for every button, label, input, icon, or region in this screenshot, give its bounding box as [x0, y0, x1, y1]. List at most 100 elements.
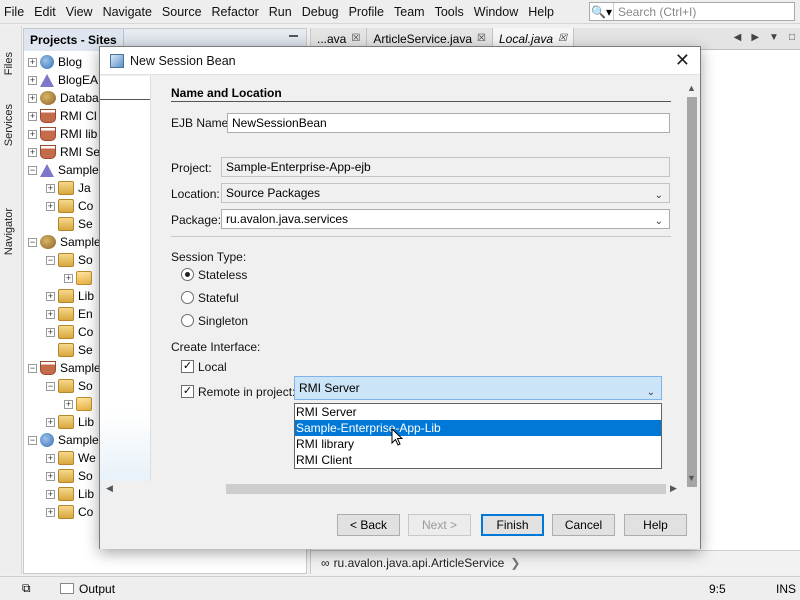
collapse-icon[interactable]: − — [28, 165, 37, 175]
back-button[interactable]: < Back — [337, 514, 400, 536]
singleton-label[interactable]: Singleton — [198, 314, 248, 328]
close-icon[interactable]: ✕ — [675, 50, 690, 71]
expand-icon[interactable]: + — [28, 93, 37, 103]
local-checkbox[interactable]: ✓ — [181, 360, 194, 373]
dropdown-icon[interactable]: ▼ — [769, 32, 779, 43]
minimize-icon[interactable] — [289, 35, 298, 37]
tree-node[interactable]: + RMI Se — [28, 143, 101, 161]
expand-icon[interactable]: + — [46, 201, 55, 211]
tree-node[interactable]: + We — [28, 449, 101, 467]
local-label[interactable]: Local — [198, 360, 227, 374]
output-tab[interactable]: Output — [79, 582, 115, 596]
tree-node[interactable]: + Co — [28, 197, 101, 215]
expand-icon[interactable]: + — [64, 273, 73, 283]
expand-icon[interactable]: + — [46, 183, 55, 193]
expand-icon[interactable]: + — [46, 327, 55, 337]
tree-node[interactable]: + Co — [28, 323, 101, 341]
menu-navigate[interactable]: Navigate — [98, 0, 157, 24]
expand-icon[interactable]: + — [28, 129, 37, 139]
menu-file[interactable]: File — [0, 0, 29, 24]
scroll-left-icon[interactable]: ◀ — [106, 483, 113, 494]
stateless-label[interactable]: Stateless — [198, 268, 247, 282]
menu-window[interactable]: Window — [469, 0, 523, 24]
navigator-tab[interactable]: Navigator — [3, 208, 15, 255]
tree-node[interactable]: + — [28, 395, 101, 413]
menu-team[interactable]: Team — [389, 0, 430, 24]
scroll-thumb[interactable] — [226, 484, 666, 494]
tree-node[interactable]: + Lib — [28, 485, 101, 503]
stateful-label[interactable]: Stateful — [198, 291, 239, 305]
remote-project-select[interactable]: RMI Server ⌄ — [294, 376, 662, 400]
tree-node[interactable]: − Sample — [28, 161, 101, 179]
singleton-radio[interactable] — [181, 314, 194, 327]
menu-view[interactable]: View — [61, 0, 98, 24]
location-select[interactable]: Source Packages ⌄ — [221, 183, 670, 203]
finish-button[interactable]: Finish — [481, 514, 544, 536]
restore-windows-icon[interactable]: ⧉ — [22, 581, 31, 596]
chevron-right-icon[interactable]: ❯ — [510, 556, 520, 570]
collapse-icon[interactable]: − — [28, 363, 37, 373]
tree-node[interactable]: − Sample — [28, 431, 101, 449]
services-tab[interactable]: Services — [3, 104, 15, 146]
menu-source[interactable]: Source — [157, 0, 207, 24]
tree-node[interactable]: − So — [28, 251, 101, 269]
ejb-name-input[interactable]: NewSessionBean — [227, 113, 670, 133]
tree-node[interactable]: Se — [28, 215, 101, 233]
expand-icon[interactable]: + — [28, 75, 37, 85]
tree-node[interactable]: + — [28, 269, 101, 287]
expand-icon[interactable]: + — [46, 507, 55, 517]
chevron-down-icon[interactable]: ⌄ — [655, 187, 663, 205]
scroll-up-icon[interactable]: ▲ — [687, 83, 696, 93]
maximize-icon[interactable]: □ — [789, 32, 795, 43]
expand-icon[interactable]: + — [28, 57, 37, 67]
expand-icon[interactable]: + — [46, 489, 55, 499]
menu-refactor[interactable]: Refactor — [207, 0, 264, 24]
stateful-radio[interactable] — [181, 291, 194, 304]
dropdown-option[interactable]: RMI library — [295, 436, 661, 452]
tree-node[interactable]: + BlogEA — [28, 71, 101, 89]
menu-help[interactable]: Help — [523, 0, 559, 24]
remote-label[interactable]: Remote in project: — [198, 385, 295, 399]
collapse-icon[interactable]: − — [28, 435, 37, 445]
files-tab[interactable]: Files — [3, 52, 15, 75]
expand-icon[interactable]: + — [64, 399, 73, 409]
scroll-thumb[interactable] — [687, 97, 697, 487]
scroll-right-icon[interactable]: ▶ — [751, 32, 759, 43]
chevron-down-icon[interactable]: ⌄ — [647, 382, 655, 404]
tree-node[interactable]: − So — [28, 377, 101, 395]
stateless-radio[interactable] — [181, 268, 194, 281]
chevron-down-icon[interactable]: ⌄ — [655, 213, 663, 231]
scroll-down-icon[interactable]: ▼ — [687, 473, 696, 483]
tree-node[interactable]: + Databa — [28, 89, 101, 107]
expand-icon[interactable]: + — [46, 291, 55, 301]
expand-icon[interactable]: + — [28, 147, 37, 157]
tree-node[interactable]: + RMI Cl — [28, 107, 101, 125]
expand-icon[interactable]: + — [28, 111, 37, 121]
menu-profile[interactable]: Profile — [344, 0, 389, 24]
dropdown-option[interactable]: RMI Client — [295, 452, 661, 468]
dropdown-option-highlighted[interactable]: Sample-Enterprise-App-Lib — [295, 420, 661, 436]
tree-node[interactable]: − Sample — [28, 359, 101, 377]
help-button[interactable]: Help — [624, 514, 687, 536]
vertical-scrollbar[interactable]: ▲ ▼ — [684, 81, 699, 489]
horizontal-scrollbar[interactable]: ◀ ▶ — [102, 481, 684, 496]
menu-debug[interactable]: Debug — [297, 0, 344, 24]
expand-icon[interactable]: + — [46, 309, 55, 319]
scroll-left-icon[interactable]: ◀ — [734, 32, 742, 43]
collapse-icon[interactable]: − — [46, 381, 55, 391]
tree-node[interactable]: + So — [28, 467, 101, 485]
package-select[interactable]: ru.avalon.java.services ⌄ — [221, 209, 670, 229]
tree-node[interactable]: + RMI lib — [28, 125, 101, 143]
expand-icon[interactable]: + — [46, 417, 55, 427]
menu-tools[interactable]: Tools — [430, 0, 469, 24]
menu-edit[interactable]: Edit — [29, 0, 61, 24]
search-box[interactable]: 🔍▾ Search (Ctrl+I) — [589, 2, 795, 21]
scroll-right-icon[interactable]: ▶ — [670, 483, 677, 494]
next-button[interactable]: Next > — [408, 514, 471, 536]
tree-node[interactable]: + Lib — [28, 287, 101, 305]
tree-node[interactable]: + Blog — [28, 53, 101, 71]
expand-icon[interactable]: + — [46, 453, 55, 463]
tree-node[interactable]: + Lib — [28, 413, 101, 431]
tree-node[interactable]: + En — [28, 305, 101, 323]
tree-node[interactable]: Se — [28, 341, 101, 359]
